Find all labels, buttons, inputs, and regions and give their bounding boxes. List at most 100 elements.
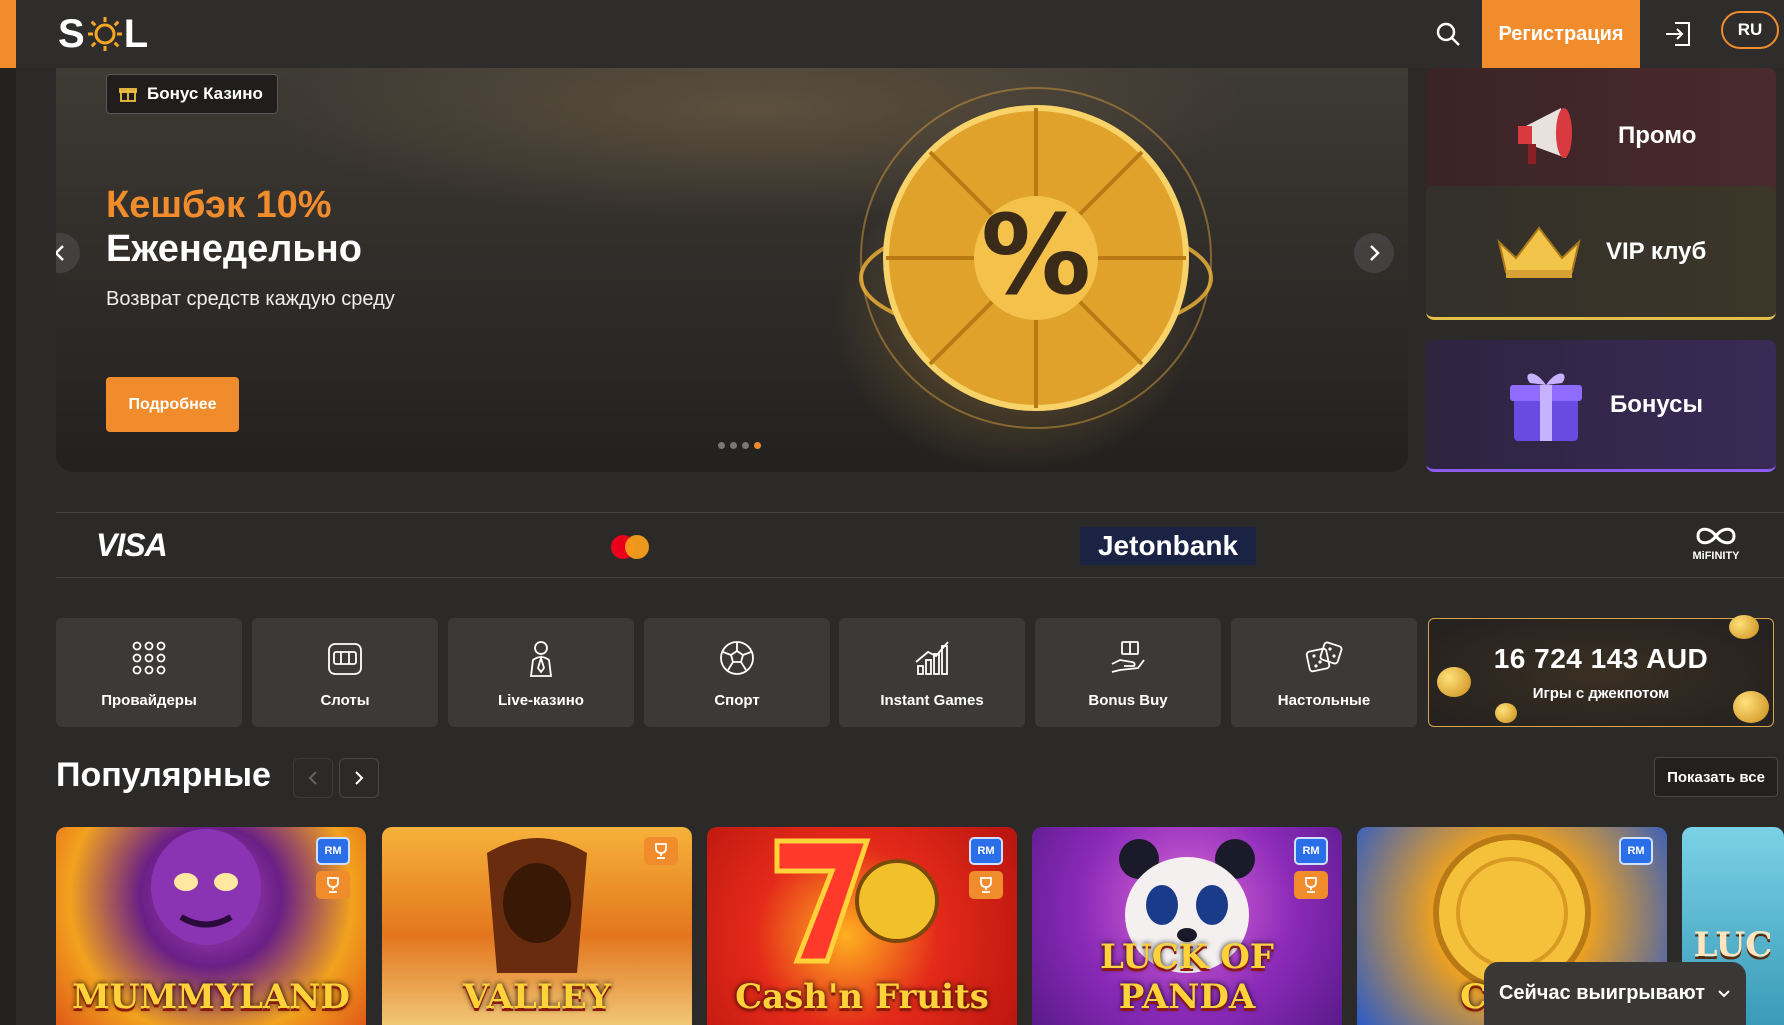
chevron-right-icon [1370, 245, 1380, 261]
football-icon [720, 641, 754, 675]
game-tile-valley-of-the-gods[interactable]: VALLEY [382, 827, 692, 1025]
category-live-casino[interactable]: Live-казино [448, 618, 634, 727]
rail-accent [0, 0, 16, 68]
left-rail [0, 0, 16, 1025]
trophy-badge [644, 837, 678, 865]
promo-label: VIP клуб [1606, 237, 1707, 265]
hero-prev-button[interactable] [56, 233, 80, 273]
category-label: Bonus Buy [1088, 692, 1168, 709]
hero-more-button[interactable]: Подробнее [106, 377, 239, 432]
hero-banner: Бонус Казино Кешбэк 10% Еженедельно Возв… [56, 68, 1408, 472]
hero-pagination [718, 442, 761, 449]
crown-icon [1497, 225, 1581, 278]
search-button[interactable] [1428, 14, 1468, 54]
trophy-badge [969, 871, 1003, 899]
jackpot-games-card[interactable]: 16 724 143 AUD Игры с джекпотом [1428, 615, 1774, 727]
seven-mini-icon [774, 838, 939, 964]
trophy-icon [655, 843, 667, 859]
category-label: Спорт [714, 692, 760, 709]
gift-icon [1510, 372, 1582, 441]
category-bonus-buy[interactable]: Bonus Buy [1035, 618, 1221, 727]
category-label: Instant Games [880, 692, 984, 709]
login-icon [1666, 22, 1690, 46]
chart-bars-icon [915, 641, 949, 675]
trophy-icon [980, 877, 992, 893]
gift-icon [119, 88, 137, 102]
header: S L Регистрация RU [16, 0, 1784, 68]
promo-card-bonuses[interactable]: Бонусы [1426, 340, 1776, 472]
logo[interactable]: S L [58, 12, 149, 56]
pagination-dot[interactable] [754, 442, 761, 449]
game-title: MUMMYLAND [72, 977, 350, 1017]
slot-machine-icon [328, 643, 362, 675]
trophy-icon [327, 877, 339, 893]
game-tile-luck-of-panda[interactable]: LUCK OF PANDA RM [1032, 827, 1342, 1025]
chevron-right-icon [355, 771, 364, 785]
dealer-icon [529, 641, 553, 677]
svg-text:%: % [981, 191, 1091, 319]
category-label: Слоты [320, 692, 370, 709]
popular-next-button[interactable] [339, 758, 379, 798]
promo-card-vip[interactable]: VIP клуб [1426, 186, 1776, 320]
coin-decoration [1437, 667, 1471, 697]
category-sport[interactable]: Спорт [644, 618, 830, 727]
mifinity-logo: MiFINITY [1686, 525, 1746, 562]
rm-badge: RM [1294, 837, 1328, 865]
pagination-dot[interactable] [730, 442, 737, 449]
trophy-badge [1294, 871, 1328, 899]
game-tile-mummyland[interactable]: MUMMYLAND RM [56, 827, 366, 1025]
promo-label: Бонусы [1610, 390, 1703, 418]
mastercard-logo-icon [611, 535, 649, 559]
game-title: VALLEY [462, 977, 612, 1017]
pagination-dot[interactable] [742, 442, 749, 449]
mifinity-label: MiFINITY [1692, 550, 1740, 562]
hand-gift-icon [1111, 641, 1145, 673]
jetonbank-logo: Jetonbank [1080, 527, 1256, 565]
hero-title: Еженедельно [106, 228, 362, 270]
trophy-icon [1305, 877, 1317, 893]
rm-badge: RM [969, 837, 1003, 865]
jackpot-label: Игры с джекпотом [1532, 685, 1670, 702]
category-slots[interactable]: Слоты [252, 618, 438, 727]
popular-section-title: Популярные [56, 756, 271, 794]
hero-subtitle: Возврат средств каждую среду [106, 288, 395, 310]
pagination-dot[interactable] [718, 442, 725, 449]
logo-letter-l: L [123, 11, 150, 56]
rm-badge: RM [1619, 837, 1653, 865]
infinity-icon [1696, 527, 1736, 545]
category-instant-games[interactable]: Instant Games [839, 618, 1025, 727]
category-providers[interactable]: Провайдеры [56, 618, 242, 727]
chevron-down-icon [1718, 989, 1730, 997]
category-table-games[interactable]: Настольные [1231, 618, 1417, 727]
hero-next-button[interactable] [1354, 233, 1394, 273]
bonus-tag-label: Бонус Казино [147, 84, 263, 103]
visa-logo: VISA [96, 527, 168, 563]
login-button[interactable] [1656, 12, 1700, 56]
winning-now-toggle[interactable]: Сейчас выигрывают [1484, 962, 1746, 1025]
megaphone-icon [1518, 107, 1572, 164]
rm-badge: RM [316, 837, 350, 865]
category-label: Live-казино [498, 692, 584, 709]
hero-title-accent: Кешбэк 10% [106, 184, 332, 226]
category-label: Провайдеры [101, 692, 197, 709]
coin-decoration [1495, 703, 1517, 723]
trophy-badge [316, 871, 350, 899]
promo-label: Промо [1618, 121, 1697, 149]
grid-dots-icon [132, 641, 166, 675]
bonus-tag: Бонус Казино [106, 74, 278, 114]
game-title: LUCK OF PANDA [1100, 937, 1274, 1017]
payment-methods-strip: VISA Jetonbank MiFINITY [56, 512, 1784, 578]
coin-decoration [1729, 615, 1759, 639]
show-all-button[interactable]: Показать все [1654, 757, 1778, 797]
popular-prev-button[interactable] [293, 758, 333, 798]
cashback-wheel-illustration: % [859, 87, 1213, 429]
category-label: Настольные [1277, 692, 1371, 709]
sun-logo-icon [87, 17, 122, 51]
chevron-left-icon [308, 771, 317, 785]
mummy-character-icon [151, 829, 261, 945]
pharaoh-character-icon [487, 838, 587, 973]
game-tile-cash-n-fruits[interactable]: Cash'n Fruits RM [707, 827, 1017, 1025]
logo-letter-s: S [58, 11, 86, 56]
language-selector[interactable]: RU [1721, 11, 1779, 49]
register-button[interactable]: Регистрация [1482, 0, 1640, 68]
